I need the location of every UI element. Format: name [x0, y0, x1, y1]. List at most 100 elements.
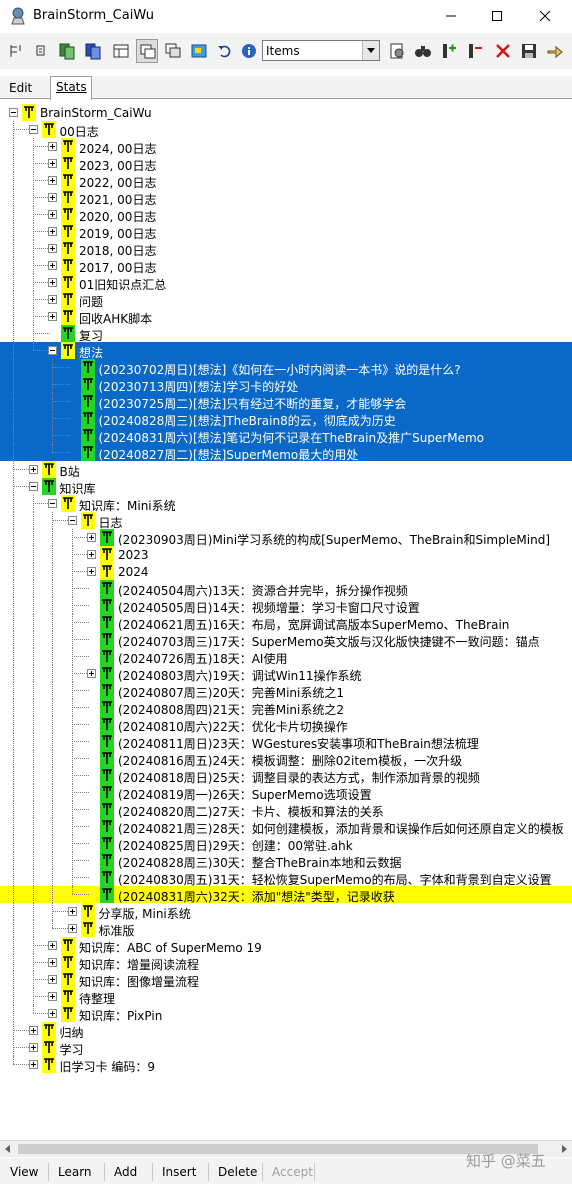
expand-icon[interactable]: [48, 261, 57, 270]
collapse-icon[interactable]: [48, 346, 57, 355]
close-button[interactable]: [522, 0, 568, 32]
tree-row[interactable]: 2017, 00日志: [0, 257, 572, 275]
expand-icon[interactable]: [48, 295, 57, 304]
tree-row[interactable]: 2024, 00日志: [0, 138, 572, 156]
tab-stats[interactable]: Stats: [50, 76, 92, 100]
tree-row[interactable]: (20240818周日)25天：调整目录的表达方式，制作添加背景的视频: [0, 767, 572, 785]
tree-row[interactable]: 想法: [0, 342, 572, 360]
tree-row[interactable]: (20240505周日)14天：视频增量：学习卡窗口尺寸设置: [0, 597, 572, 615]
tree-row[interactable]: (20240504周六)13天：资源合并完毕，拆分操作视频: [0, 580, 572, 598]
tree-row[interactable]: 2018, 00日志: [0, 240, 572, 258]
expand-icon[interactable]: [48, 176, 57, 185]
tree-row[interactable]: 00日志: [0, 121, 572, 139]
tree-row[interactable]: (20240703周三)17天：SuperMemo英文版与汉化版快捷键不一致问题…: [0, 631, 572, 649]
expand-icon[interactable]: [87, 567, 96, 576]
expand-icon[interactable]: [48, 312, 57, 321]
tree-row[interactable]: B站: [0, 461, 572, 479]
tree-row[interactable]: (20240803周六)19天：调试Win11操作系统: [0, 665, 572, 683]
expand-icon[interactable]: [87, 550, 96, 559]
tree-row[interactable]: 2019, 00日志: [0, 223, 572, 241]
tab-edit[interactable]: Edit: [4, 78, 40, 98]
collapse-icon[interactable]: [28, 482, 38, 491]
delete-button[interactable]: [492, 39, 514, 63]
minimize-button[interactable]: [428, 0, 474, 32]
chevron-down-icon[interactable]: [362, 41, 379, 60]
tree-row[interactable]: (20240811周日)23天：WGestures安装事项和TheBrain想法…: [0, 733, 572, 751]
scroll-right-icon[interactable]: [560, 1145, 568, 1153]
scroll-left-icon[interactable]: [4, 1145, 12, 1153]
copy-blue-button[interactable]: [82, 39, 104, 63]
tree-row[interactable]: (20240831周六)[想法]笔记为何不记录在TheBrain及推广Super…: [0, 427, 572, 445]
collapse-icon[interactable]: [9, 108, 18, 117]
tree-row[interactable]: (20240726周五)18天：AI使用: [0, 648, 572, 666]
remove-element-button[interactable]: [464, 39, 486, 63]
tree-row[interactable]: 知识库：图像增量流程: [0, 971, 572, 989]
tree-row[interactable]: 2021, 00日志: [0, 189, 572, 207]
learn-button[interactable]: Learn: [48, 1161, 104, 1183]
save-button[interactable]: [518, 39, 540, 63]
expand-icon[interactable]: [28, 1043, 38, 1052]
tree-row[interactable]: (20230903周日)Mini学习系统的构成[SuperMemo、TheBra…: [0, 529, 572, 547]
collapse-icon[interactable]: [67, 516, 77, 525]
tree-row[interactable]: 知识库：增量阅读流程: [0, 954, 572, 972]
expand-icon[interactable]: [67, 924, 77, 933]
info-button[interactable]: [238, 39, 260, 63]
expand-icon[interactable]: [48, 159, 57, 168]
tree-row[interactable]: (20240828周三)[想法]TheBrain8的云，彻底成为历史: [0, 410, 572, 428]
image-button[interactable]: [188, 39, 210, 63]
tree-row[interactable]: 复习: [0, 325, 572, 343]
expand-icon[interactable]: [28, 465, 38, 474]
tree-row[interactable]: (20240816周五)24天：模板调整：删除02item模板，一次升级: [0, 750, 572, 768]
find-button[interactable]: [412, 39, 434, 63]
expand-icon[interactable]: [48, 975, 57, 984]
expand-icon[interactable]: [48, 992, 57, 1001]
tree-row[interactable]: 日志: [0, 512, 572, 530]
expand-icon[interactable]: [48, 278, 57, 287]
expand-icon[interactable]: [67, 907, 77, 916]
expand-icon[interactable]: [48, 958, 57, 967]
tree-row[interactable]: (20240828周三)30天：整合TheBrain本地和云数据: [0, 852, 572, 870]
tree-row[interactable]: 01旧知识点汇总: [0, 274, 572, 292]
tree-row[interactable]: 学习: [0, 1039, 572, 1057]
window-toggle-button[interactable]: [136, 39, 158, 63]
view-select[interactable]: Items: [262, 40, 380, 61]
tree-options-button[interactable]: [6, 39, 28, 63]
tree-row[interactable]: (20230725周二)[想法]只有经过不断的重复，才能够学会: [0, 393, 572, 411]
tree-row[interactable]: (20240807周三)20天：完善Mini系统之1: [0, 682, 572, 700]
tree-row[interactable]: 知识库：PixPin: [0, 1005, 572, 1023]
collapse-icon[interactable]: [28, 125, 38, 134]
tree-row[interactable]: 问题: [0, 291, 572, 309]
expand-icon[interactable]: [48, 1009, 57, 1018]
go-button[interactable]: [544, 39, 566, 63]
tree-row[interactable]: (20240819周一)26天：SuperMemo选项设置: [0, 784, 572, 802]
tree-row[interactable]: BrainStorm_CaiWu: [0, 104, 572, 121]
tree-row[interactable]: (20240821周三)28天：如何创建模板，添加背景和误操作后如何还原自定义的…: [0, 818, 572, 836]
insert-button[interactable]: Insert: [152, 1161, 208, 1183]
tree-row[interactable]: (20240810周六)22天：优化卡片切换操作: [0, 716, 572, 734]
tree-row[interactable]: 标准版: [0, 920, 572, 938]
list-button[interactable]: [30, 39, 52, 63]
settings-button[interactable]: [386, 39, 408, 63]
scrollbar-thumb[interactable]: [18, 1144, 538, 1154]
copy-green-button[interactable]: [56, 39, 78, 63]
tree-row[interactable]: 2020, 00日志: [0, 206, 572, 224]
tree-row[interactable]: (20240621周五)16天：布局，宽屏调试高版本SuperMemo、TheB…: [0, 614, 572, 632]
tree-row[interactable]: (20240820周二)27天：卡片、模板和算法的关系: [0, 801, 572, 819]
expand-icon[interactable]: [28, 1060, 38, 1069]
expand-icon[interactable]: [48, 210, 57, 219]
tree-row[interactable]: 知识库：ABC of SuperMemo 19: [0, 937, 572, 955]
tree-row[interactable]: (20240808周四)21天：完善Mini系统之2: [0, 699, 572, 717]
tree-row[interactable]: 2024: [0, 563, 572, 580]
tree-row[interactable]: 2023: [0, 546, 572, 563]
expand-icon[interactable]: [48, 941, 57, 950]
undo-button[interactable]: [214, 39, 236, 63]
expand-icon[interactable]: [87, 669, 96, 678]
tree-row[interactable]: (20240831周六)32天：添加"想法"类型，记录收获: [0, 886, 572, 904]
accept-button[interactable]: Accept: [262, 1161, 314, 1183]
tree-row[interactable]: (20230713周四)[想法]学习卡的好处: [0, 376, 572, 394]
view-button[interactable]: View: [0, 1161, 48, 1183]
expand-icon[interactable]: [87, 533, 96, 542]
expand-icon[interactable]: [28, 1026, 38, 1035]
expand-icon[interactable]: [48, 244, 57, 253]
tree-row[interactable]: (20240830周五)31天：轻松恢复SuperMemo的布局、字体和背景到自…: [0, 869, 572, 887]
